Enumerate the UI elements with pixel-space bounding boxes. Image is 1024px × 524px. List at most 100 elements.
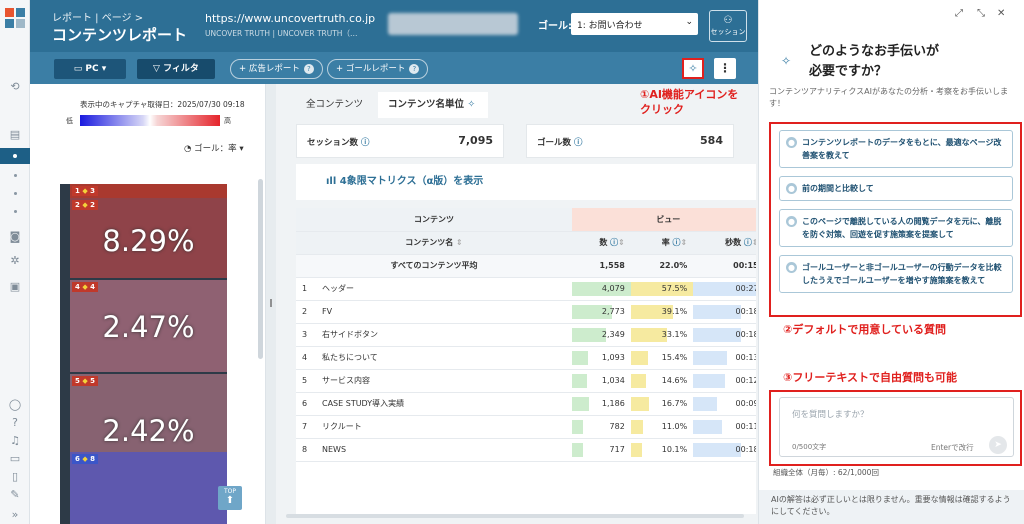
camera-icon[interactable]: ◙ — [8, 230, 22, 244]
goal-report-button[interactable]: + ゴールレポート? — [327, 59, 429, 79]
calendar-icon[interactable]: ▭ — [8, 452, 22, 466]
nav-active-page[interactable] — [0, 148, 30, 164]
close-icon[interactable]: ✕ — [997, 8, 1005, 19]
ad-report-button[interactable]: + 広告レポート? — [230, 59, 323, 79]
table-row[interactable]: 8NEWS 717 10.1% 00:18 — [296, 438, 756, 462]
table-row[interactable]: 3右サイドボタン 2,349 33.1% 00:18 — [296, 323, 756, 347]
cell-value: 33.1% — [661, 330, 688, 339]
column-rate[interactable]: 率 ⓘ⇕ — [630, 231, 694, 255]
left-nav-rail: ⟲ ▤ ◙ ✲ ▣ ◯ ? ♫ ▭ ▯ ✎ » — [0, 0, 30, 524]
column-count[interactable]: 数 ⓘ⇕ — [572, 231, 631, 255]
help-icon[interactable]: ? — [8, 416, 22, 430]
app-logo[interactable] — [5, 8, 25, 28]
row-seconds: 00:18 — [693, 438, 756, 462]
heatmap-block[interactable]: 6 ◆ 8 — [70, 452, 227, 524]
table-row[interactable]: 6CASE STUDY導入実績 1,186 16.7% 00:09 — [296, 392, 756, 416]
capture-caption: 表示中のキャプチャ取得日：2025/07/30 09:18 — [80, 100, 245, 109]
page-title: コンテンツレポート — [52, 26, 188, 44]
document-icon[interactable]: ▣ — [8, 280, 22, 294]
cell-value: 00:18 — [735, 330, 756, 339]
column-label: 率 — [661, 238, 670, 247]
goal-metric-select[interactable]: ◔ ゴール：率 ▾ — [184, 142, 244, 154]
question-input[interactable]: 何を質問しますか？ 0/500文字 Enterで改行 ➤ — [779, 397, 1014, 457]
refresh-icon[interactable]: ⟲ — [8, 80, 22, 94]
row-count: 1,186 — [572, 392, 631, 416]
block-id: 3 — [90, 187, 96, 195]
device-select-button[interactable]: ▭ PC ▾ — [54, 59, 126, 79]
heatmap-scrollbar[interactable] — [258, 179, 263, 359]
block-id: 4 — [90, 283, 96, 291]
average-seconds: 00:15 — [693, 254, 756, 278]
suggested-question[interactable]: ● ゴールユーザーと非ゴールユーザーの行動データを比較したうえでゴールユーザーを増… — [779, 255, 1013, 293]
cell-value: 00:27 — [735, 284, 756, 293]
session-kpi-card: セッション数 ⓘ 7,095 — [296, 124, 504, 158]
file-icon[interactable]: ▯ — [8, 470, 22, 484]
collapse-icon[interactable]: ⤡ — [977, 8, 985, 19]
tab-by-content-name[interactable]: コンテンツ名単位 ✧ — [378, 92, 488, 118]
scroll-top-button[interactable]: TOP ⬆ — [218, 486, 242, 510]
row-rate: 10.1% — [630, 438, 694, 462]
page-heatmap[interactable]: 1 ◆ 3 2 ◆ 2 8.29% 4 ◆ 4 2.47% 5 ◆ 5 2.42… — [60, 184, 227, 524]
report-icon[interactable]: ▤ — [8, 128, 22, 142]
quadrant-link-label: 4象限マトリクス（α版）を表示 — [339, 176, 484, 187]
row-count: 1,093 — [572, 346, 631, 370]
goal-select[interactable]: 1: お問い合わせ ⌄ — [571, 13, 698, 35]
session-button[interactable]: ⚇ セッション — [709, 10, 747, 42]
edit-icon[interactable]: ✎ — [8, 488, 22, 502]
row-name: サービス内容 — [316, 369, 572, 393]
column-content-name[interactable]: コンテンツ名 ⇕ — [296, 231, 572, 255]
cell-value: 2,773 — [601, 307, 625, 316]
heatmap-block[interactable]: 1 ◆ 3 — [70, 184, 227, 198]
bar-fill — [693, 327, 742, 342]
suggestion-text: ゴールユーザーと非ゴールユーザーの行動データを比較したうえでゴールユーザーを増や… — [802, 263, 1002, 285]
row-number: 4 — [296, 346, 316, 370]
more-menu-button[interactable]: ⋮ — [714, 58, 736, 79]
question-placeholder: 何を質問しますか？ — [792, 410, 869, 420]
arrow-up-icon: ⬆ — [225, 495, 235, 506]
nav-dot[interactable] — [14, 174, 17, 177]
bell-icon[interactable]: ♫ — [8, 434, 22, 448]
heatmap-block[interactable]: 2 ◆ 2 8.29% — [70, 198, 227, 278]
suggested-question[interactable]: ● コンテンツレポートのデータをもとに、最適なページ改善案を教えて — [779, 130, 1013, 168]
panel-splitter[interactable]: ‖ — [266, 84, 276, 524]
sort-icon: ⇕ — [680, 238, 688, 247]
nav-dot[interactable] — [14, 210, 17, 213]
breadcrumb[interactable]: レポート | ページ > — [52, 9, 143, 24]
nav-dot[interactable] — [14, 192, 17, 195]
content-area: 全コンテンツ コンテンツ名単位 ✧ セッション数 ⓘ 7,095 ゴール数 ⓘ … — [276, 84, 758, 524]
blurred-field[interactable] — [388, 13, 518, 35]
table-row[interactable]: 2FV 2,773 39.1% 00:18 — [296, 300, 756, 324]
bar-fill — [693, 304, 742, 319]
table-horizontal-scrollbar[interactable] — [286, 514, 744, 518]
tab-all-contents[interactable]: 全コンテンツ — [296, 92, 373, 118]
user-icon[interactable]: ◯ — [8, 398, 22, 412]
heatmap-block[interactable]: 4 ◆ 4 2.47% — [70, 280, 227, 372]
tab-label: コンテンツ名単位 — [388, 99, 465, 110]
minimize-icon[interactable]: ⤢ — [955, 8, 963, 19]
table-row[interactable]: 7リクルート 782 11.0% 00:11 — [296, 415, 756, 439]
row-number: 1 — [296, 277, 316, 301]
table-row[interactable]: 4私たちについて 1,093 15.4% 00:13 — [296, 346, 756, 370]
quadrant-matrix-link[interactable]: ıll 4象限マトリクス（α版）を表示 — [296, 164, 756, 200]
row-count: 2,349 — [572, 323, 631, 347]
cell-value: 00:09 — [735, 399, 756, 408]
table-row[interactable]: 5サービス内容 1,034 14.6% 00:12 — [296, 369, 756, 393]
gear-icon[interactable]: ✲ — [8, 254, 22, 268]
ai-sparkle-button[interactable]: ✧ — [682, 58, 704, 79]
expand-icon[interactable]: » — [8, 508, 22, 522]
kebab-icon: ⋮ — [719, 61, 731, 75]
suggested-question[interactable]: ● このページで離脱している人の閲覧データを元に、離脱を防ぐ対策、回遊を促す施策案… — [779, 209, 1013, 247]
heatmap-block[interactable]: 5 ◆ 5 2.42% — [70, 374, 227, 452]
cell-value: 57.5% — [661, 284, 688, 293]
cell-value: 00:18 — [735, 307, 756, 316]
row-rate: 15.4% — [630, 346, 694, 370]
help-icon[interactable]: ⓘ — [574, 138, 583, 148]
session-icon: ⚇ — [723, 15, 733, 26]
send-button[interactable]: ➤ — [989, 436, 1007, 454]
column-seconds[interactable]: 秒数 ⓘ⇕ — [693, 231, 756, 255]
help-icon[interactable]: ⓘ — [361, 138, 370, 148]
suggested-question[interactable]: ● 前の期間と比較して — [779, 176, 1013, 201]
filter-button[interactable]: ▽ フィルタ — [137, 59, 215, 79]
session-label: セッション — [710, 28, 746, 36]
table-row[interactable]: 1ヘッダー 4,079 57.5% 00:27 — [296, 277, 756, 301]
